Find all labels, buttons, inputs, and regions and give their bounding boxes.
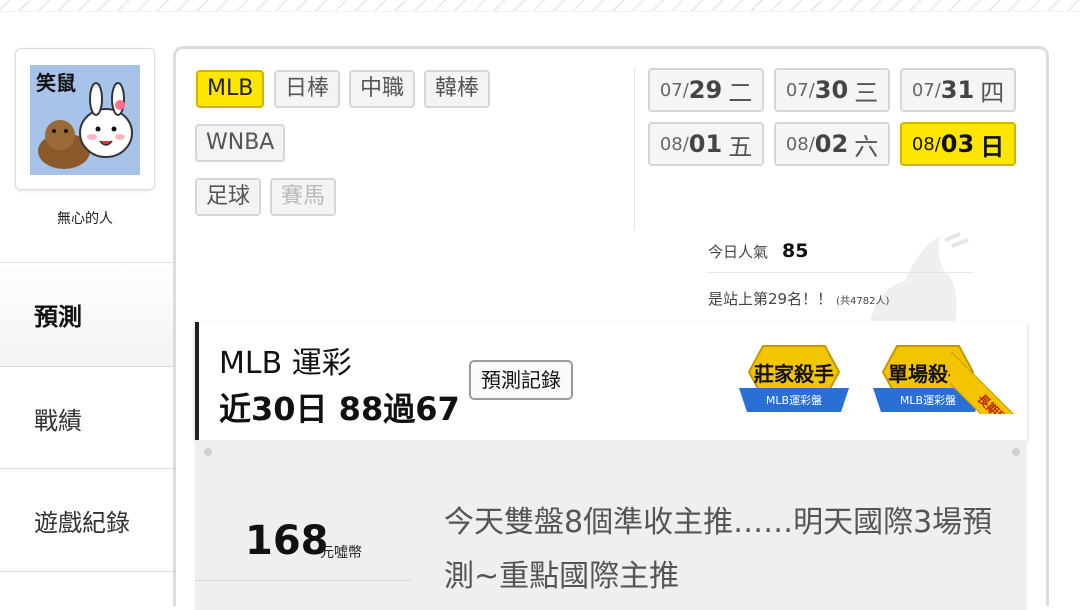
date-month: 08/: [785, 133, 815, 155]
date-month: 07/: [659, 79, 689, 101]
site-rank-total: (共4782人): [836, 296, 890, 307]
top-border-decoration: [0, 0, 1080, 12]
date-button-0731[interactable]: 07/31 四: [900, 68, 1016, 112]
date-weekday: 二: [728, 78, 753, 107]
date-day: 01: [688, 130, 723, 158]
league-tab-npb[interactable]: 日棒: [274, 70, 341, 108]
date-month: 08/: [659, 133, 689, 155]
date-weekday: 日: [980, 132, 1005, 161]
badge-subtitle: MLB運彩盤: [765, 394, 823, 407]
today-popularity-label: 今日人氣: [708, 243, 769, 261]
badge-bookmaker-killer[interactable]: 莊家殺手 MLB運彩盤: [733, 338, 855, 420]
username[interactable]: 無心的人: [15, 208, 155, 228]
date-button-0801[interactable]: 08/01 五: [648, 122, 764, 166]
avatar-frame[interactable]: 笑鼠: [15, 48, 155, 190]
nav-item-prediction[interactable]: 預測: [0, 262, 173, 366]
date-weekday: 四: [980, 78, 1005, 107]
ribbon-label: 長期穩定: [950, 352, 1054, 414]
divider: [195, 580, 411, 581]
league-tab-horse-racing[interactable]: 賽馬: [270, 178, 337, 216]
prediction-card: MLB 運彩 近30日 88過67 預測記錄 莊家殺手 MLB運彩盤 單場殺手 …: [195, 322, 1027, 440]
decorative-figure-icon: [870, 232, 969, 321]
divider: [706, 272, 974, 273]
date-day: 30: [814, 76, 849, 104]
date-day: 02: [814, 130, 849, 158]
card-title: MLB 運彩: [219, 346, 352, 381]
date-button-0729[interactable]: 07/29 二: [648, 68, 764, 112]
long-term-stable-ribbon: 長期穩定: [950, 318, 1054, 414]
site-rank-text: 是站上第29名！！: [708, 290, 833, 308]
date-weekday: 六: [854, 132, 879, 161]
post-headline[interactable]: 今天雙盤8個準收主推……明天國際3場預測~重點國際主推: [444, 496, 1004, 604]
post-price-unit: 元噓幣: [320, 545, 362, 561]
league-tab-kbo[interactable]: 韓棒: [424, 70, 491, 108]
pin-icon: [204, 448, 212, 456]
date-button-0802[interactable]: 08/02 六: [774, 122, 890, 166]
nav-item-game-history[interactable]: 遊戲紀錄: [0, 468, 173, 572]
league-tab-cpbl[interactable]: 中職: [349, 70, 416, 108]
date-month: 08/: [911, 133, 941, 155]
card-record: 近30日 88過67: [219, 390, 460, 428]
date-weekday: 五: [728, 132, 753, 161]
league-tab-mlb[interactable]: MLB: [196, 70, 265, 108]
badge-title: 莊家殺手: [754, 362, 834, 386]
date-day: 31: [940, 76, 975, 104]
site-rank: 是站上第29名！！ (共4782人): [708, 288, 889, 309]
date-day: 29: [688, 76, 723, 104]
date-day: 03: [940, 130, 975, 158]
date-month: 07/: [911, 79, 941, 101]
date-weekday: 三: [854, 78, 879, 107]
today-popularity: 今日人氣 85: [708, 240, 808, 262]
post-price: 168: [245, 518, 329, 564]
avatar-text: 笑鼠: [36, 71, 76, 95]
divider: [634, 68, 635, 230]
nav-item-record[interactable]: 戰績: [0, 366, 173, 470]
pin-icon: [1012, 448, 1020, 456]
today-popularity-value: 85: [782, 240, 809, 262]
league-tab-wnba[interactable]: WNBA: [195, 124, 286, 162]
league-tab-soccer[interactable]: 足球: [195, 178, 262, 216]
date-button-0730[interactable]: 07/30 三: [774, 68, 890, 112]
avatar: 笑鼠: [30, 65, 140, 175]
date-month: 07/: [785, 79, 815, 101]
prediction-record-button[interactable]: 預測記錄: [469, 360, 573, 400]
date-button-0803[interactable]: 08/03 日: [900, 122, 1016, 166]
